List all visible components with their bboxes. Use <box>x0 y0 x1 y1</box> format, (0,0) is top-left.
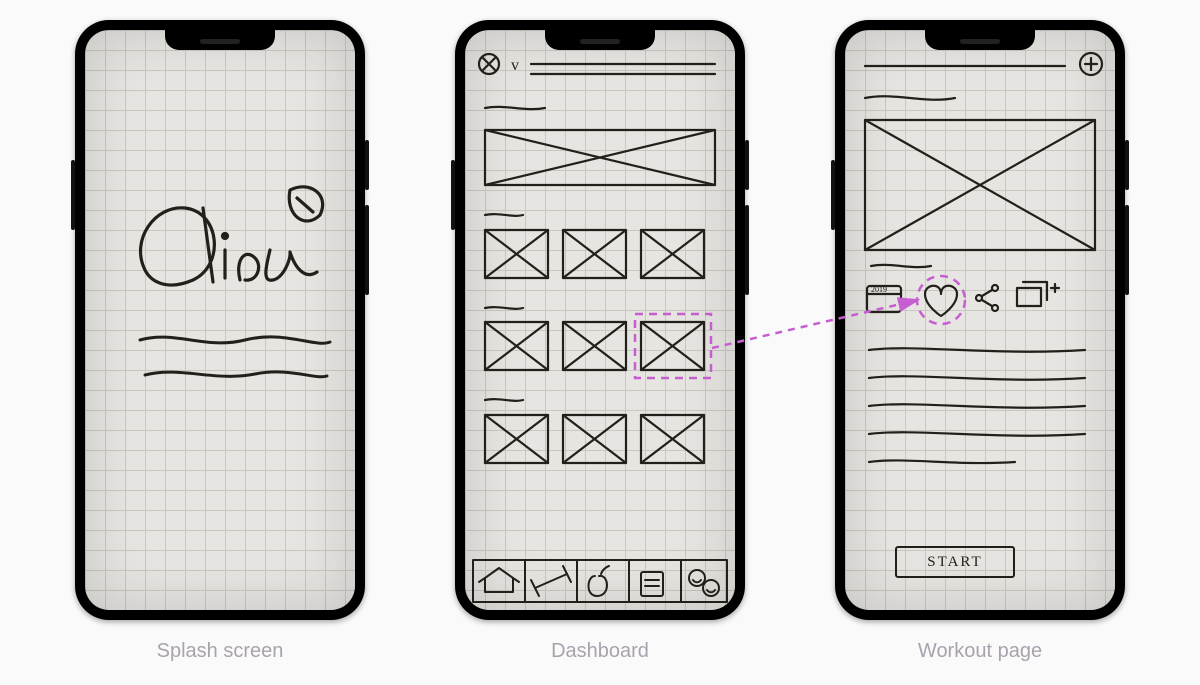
workout-textline <box>869 404 1085 407</box>
card-r3-c3[interactable] <box>641 415 704 463</box>
action-calendar-icon[interactable]: 2019 <box>867 285 901 312</box>
dashboard-screen: v <box>465 30 735 610</box>
card-r2-c1[interactable] <box>485 322 548 370</box>
workout-textline <box>869 376 1085 379</box>
dropdown-icon[interactable]: v <box>511 57 519 74</box>
section-4-label <box>485 399 523 401</box>
splash-line-1 <box>140 337 330 343</box>
phone-dashboard: v <box>455 20 745 620</box>
splash-logo <box>141 187 323 285</box>
section-3-label <box>485 307 523 309</box>
card-r3-c2[interactable] <box>563 415 626 463</box>
wireframe-stage: Splash screen v <box>0 0 1200 685</box>
nav-home-icon[interactable] <box>479 568 519 592</box>
caption-dashboard: Dashboard <box>455 640 745 663</box>
card-r2-c2[interactable] <box>563 322 626 370</box>
splash-line-2 <box>145 372 327 377</box>
action-queue-icon[interactable] <box>1017 282 1059 306</box>
section-1-label <box>485 107 545 109</box>
action-share-icon[interactable] <box>976 285 998 311</box>
svg-text:2019: 2019 <box>871 285 887 294</box>
card-r2-c3[interactable] <box>641 322 704 370</box>
nav-workout-icon[interactable] <box>531 566 571 596</box>
workout-screen: 2019 <box>845 30 1115 610</box>
caption-splash: Splash screen <box>75 640 365 663</box>
phone-splash <box>75 20 365 620</box>
workout-textline <box>869 432 1085 435</box>
card-r1-c3[interactable] <box>641 230 704 278</box>
workout-textline <box>869 348 1085 351</box>
action-favorite-icon[interactable] <box>925 286 957 316</box>
nav-nutrition-icon[interactable] <box>589 566 610 596</box>
card-r1-c1[interactable] <box>485 230 548 278</box>
banner-card[interactable] <box>485 130 715 185</box>
section-2-label <box>485 214 523 216</box>
nav-journal-icon[interactable] <box>641 572 663 596</box>
card-r3-c1[interactable] <box>485 415 548 463</box>
phone-workout: 2019 <box>835 20 1125 620</box>
nav-community-icon[interactable] <box>689 570 719 596</box>
splash-screen <box>85 30 355 610</box>
card-r1-c2[interactable] <box>563 230 626 278</box>
workout-textline <box>869 460 1015 463</box>
start-button[interactable]: START <box>895 546 1015 578</box>
workout-subtitle <box>865 96 955 99</box>
caption-workout: Workout page <box>835 640 1125 663</box>
workout-hero <box>865 120 1095 250</box>
